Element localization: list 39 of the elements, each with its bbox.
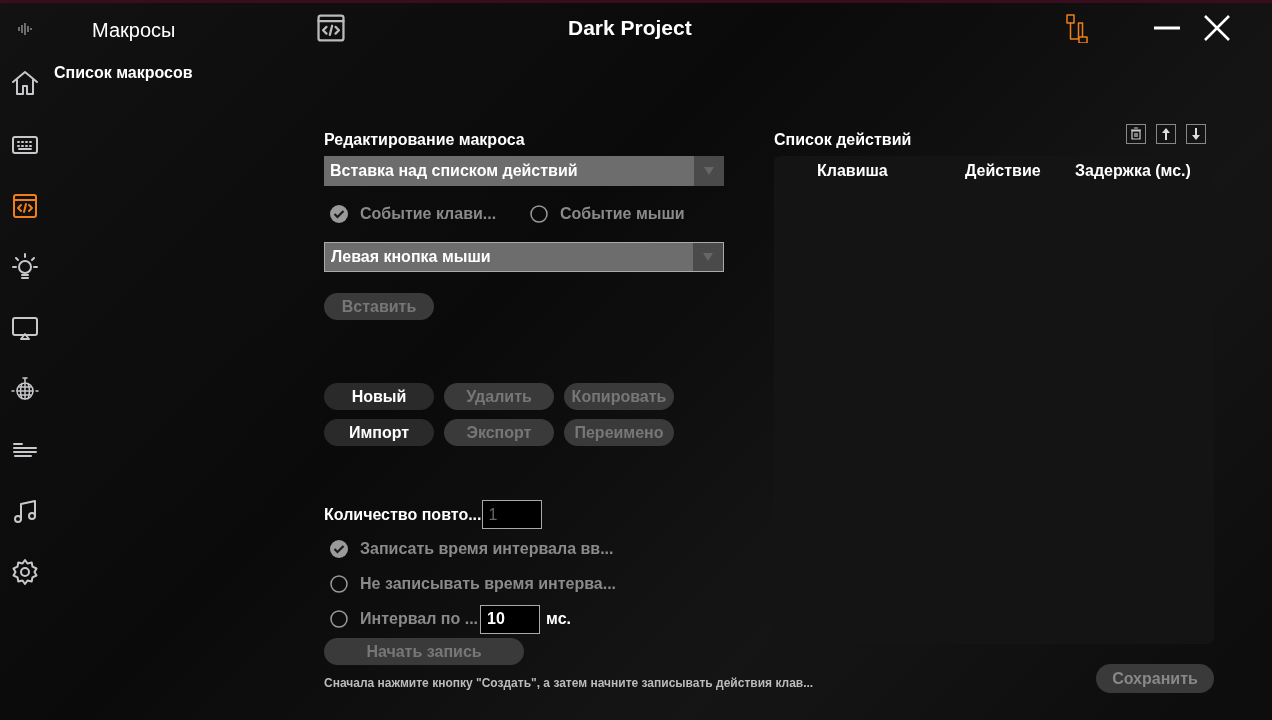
macro-button[interactable]: Новый	[324, 383, 434, 410]
equalizer-icon	[18, 23, 32, 35]
check-circle-icon[interactable]	[330, 540, 348, 558]
column-header: Действие	[965, 161, 1042, 181]
caret-icon	[704, 167, 714, 175]
radio-label: Событие клави...	[360, 204, 497, 224]
hint-text: Сначала нажмите кнопку "Создать", а затем начните записывать действия клав...	[324, 675, 814, 692]
unit-label: мс.	[546, 609, 571, 629]
radio-label: Записать время интервала вв...	[360, 539, 614, 559]
radio-icon[interactable]	[530, 205, 548, 223]
code-window-icon[interactable]	[10, 191, 40, 221]
check-circle-icon[interactable]	[330, 205, 348, 223]
radio-icon[interactable]	[330, 610, 348, 628]
key-dropdown[interactable]: Левая кнопка мыши	[324, 242, 724, 272]
column-header: Задержка (мс.)	[1075, 161, 1191, 181]
minimize-icon[interactable]	[1153, 25, 1180, 30]
dropdown-value: Левая кнопка мыши	[330, 247, 492, 267]
insert-mode-dropdown[interactable]: Вставка над списком действий	[324, 156, 724, 186]
radio-label: Не записывать время интерва...	[360, 574, 617, 594]
settings-icon[interactable]	[10, 557, 40, 587]
window-title: Dark Project	[568, 14, 692, 41]
caret-icon	[703, 253, 713, 261]
panel-title: Макросы	[92, 18, 177, 43]
panel-subtitle: Список макросов	[54, 63, 194, 83]
radio-label: Событие мыши	[560, 204, 685, 224]
repeat-label: Количество повто...	[324, 504, 482, 525]
trash-icon[interactable]	[1126, 124, 1146, 144]
macro-button[interactable]: Импорт	[324, 419, 434, 446]
radio-label: Интервал по ...	[360, 609, 479, 629]
close-icon[interactable]	[1203, 14, 1230, 41]
dropdown-value: Вставка над списком действий	[329, 161, 579, 181]
radio-icon[interactable]	[330, 575, 348, 593]
column-header: Клавиша	[817, 161, 889, 181]
section-heading: Редактирование макроса	[324, 130, 526, 150]
arrow-down-icon[interactable]	[1186, 124, 1206, 144]
lightbulb-icon[interactable]	[10, 252, 40, 282]
section-heading: Список действий	[774, 130, 912, 150]
interval-field[interactable]: 10	[480, 604, 541, 634]
arrow-up-icon[interactable]	[1156, 124, 1176, 144]
